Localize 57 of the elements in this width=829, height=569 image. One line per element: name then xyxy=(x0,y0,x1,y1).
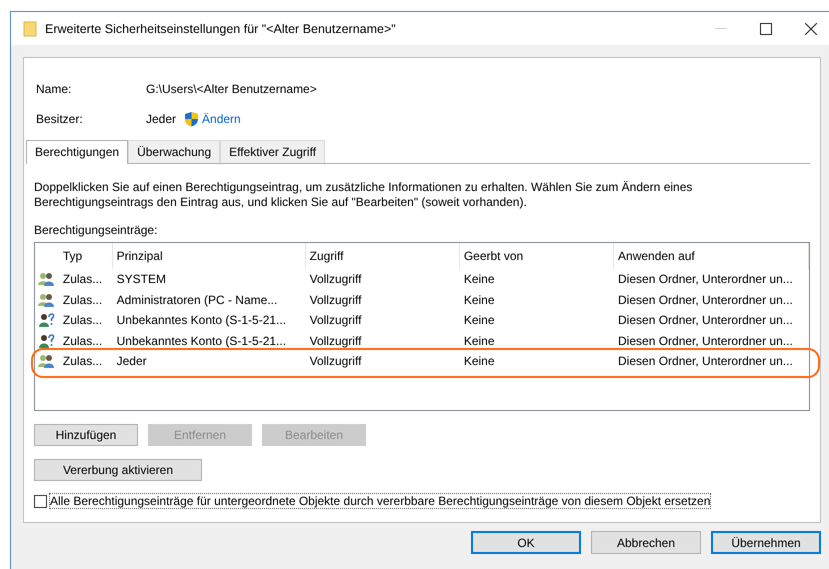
column-header[interactable]: Prinzipal xyxy=(112,243,306,269)
column-header[interactable]: Anwenden auf xyxy=(614,243,809,269)
unknown-user-icon xyxy=(38,334,56,348)
table-cell-text: Zulas... xyxy=(62,292,104,307)
table-cell-text: Zulas... xyxy=(62,334,104,348)
folder-icon xyxy=(23,20,37,36)
close-icon[interactable] xyxy=(805,22,817,34)
users-icon xyxy=(38,354,56,368)
enable-inheritance-button[interactable]: Vererbung aktivieren xyxy=(34,459,202,481)
table-cell-text: Diesen Ordner, Unterordner un... xyxy=(617,292,794,307)
field-value: Jeder xyxy=(146,112,176,126)
window-title: Erweiterte Sicherheitseinstellungen für "<Alter Benutzername>" xyxy=(45,22,396,36)
table-cell-text: Diesen Ordner, Unterordner un... xyxy=(617,313,794,328)
table-cell-text: Administratoren (PC - Name... xyxy=(116,292,278,307)
table-cell-text: SYSTEM xyxy=(116,272,167,286)
column-header[interactable]: Zugriff xyxy=(306,243,460,269)
table-cell-text: Diesen Ordner, Unterordner un... xyxy=(617,354,794,368)
checkbox[interactable] xyxy=(34,494,47,508)
dialog-button[interactable]: Abbrechen xyxy=(591,531,701,554)
dialog-button[interactable]: Übernehmen xyxy=(711,531,821,554)
field-value: G:\Users\<Alter Benutzername> xyxy=(146,82,317,96)
users-icon xyxy=(38,292,56,307)
list-label: Berechtigungseinträge: xyxy=(34,223,158,237)
shield-icon xyxy=(184,111,200,127)
table-cell-text: Keine xyxy=(462,272,496,286)
table-cell-text: Vollzugriff xyxy=(308,272,362,286)
description: Doppelklicken Sie auf einen Berechtigungseintrag, um zusätzliche Informationen zu erhalten. Wählen Sie zum Ändern eines Berechtigungseintrags den Eintrag aus, und klicken Sie auf "Bearbeiten" (soweit vorhanden). xyxy=(34,180,694,210)
table-cell-text: Zulas... xyxy=(62,313,104,328)
table-cell-text: Vollzugriff xyxy=(308,292,362,307)
column-header[interactable]: Geerbt von xyxy=(460,243,614,269)
table-cell-text: Vollzugriff xyxy=(308,354,362,368)
maximize-icon[interactable] xyxy=(760,22,772,34)
table-cell-text: Zulas... xyxy=(62,354,104,368)
table-cell-text: Keine xyxy=(462,292,496,307)
tab[interactable]: Überwachung xyxy=(128,140,220,163)
table-cell-text: Vollzugriff xyxy=(308,334,362,348)
field-label: Name: xyxy=(36,82,72,96)
action-button[interactable]: Hinzufügen xyxy=(34,424,138,446)
table-cell-text: Keine xyxy=(462,354,496,368)
table-cell-text: Diesen Ordner, Unterordner un... xyxy=(617,272,794,286)
change-link[interactable]: Ändern xyxy=(202,112,241,126)
dialog-button[interactable]: OK xyxy=(471,531,581,554)
table-cell-text: Keine xyxy=(462,313,496,328)
field-label: Besitzer: xyxy=(36,112,84,126)
tab[interactable]: Berechtigungen xyxy=(26,140,128,164)
table-cell-text: Keine xyxy=(462,334,496,348)
tab[interactable]: Effektiver Zugriff xyxy=(220,140,326,163)
table-cell-text: Diesen Ordner, Unterordner un... xyxy=(617,334,794,348)
checkbox-label[interactable]: Alle Berechtigungseinträge für untergeordnete Objekte durch vererbbare Berechtigungseinträge von diesem Objekt ersetzen xyxy=(50,494,710,508)
table-cell-text: Unbekanntes Konto (S-1-5-21... xyxy=(116,334,288,348)
table-cell-text: Vollzugriff xyxy=(308,313,362,328)
column-header[interactable]: Typ xyxy=(58,243,113,269)
table-cell-text: Jeder xyxy=(116,354,148,368)
table-cell-text: Zulas... xyxy=(62,272,104,286)
users-icon xyxy=(38,272,56,286)
unknown-user-icon xyxy=(38,313,56,328)
table-cell-text: Unbekanntes Konto (S-1-5-21... xyxy=(116,313,288,328)
